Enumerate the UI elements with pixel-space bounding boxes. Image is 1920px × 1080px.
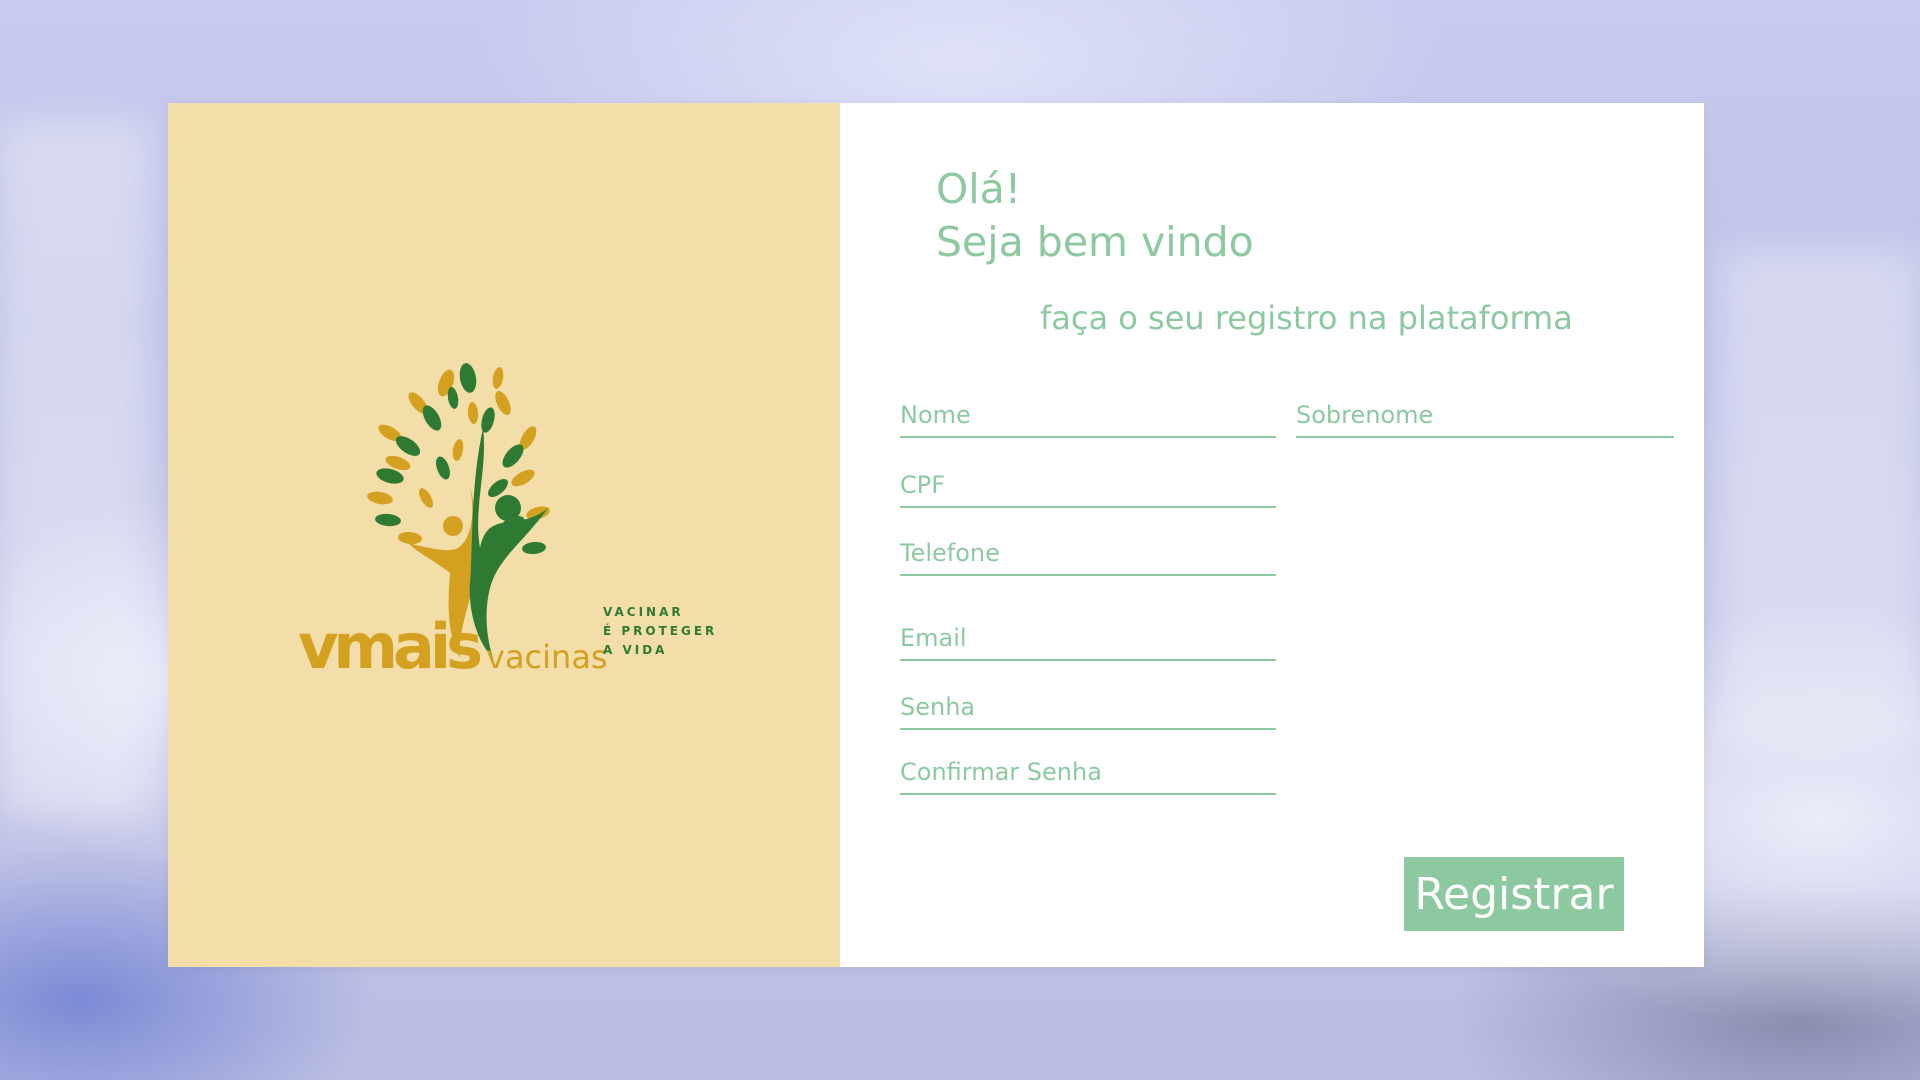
registration-card: vmais vacinas VACINAR É PROTEGER A VIDA …	[168, 103, 1704, 967]
brand-name-part1: vmais	[298, 610, 480, 683]
greeting-line2: Seja bem vindo	[936, 218, 1254, 266]
brand-name-part2: vacinas	[486, 638, 608, 676]
confirm-password-input[interactable]	[900, 755, 1276, 795]
register-button[interactable]: Registrar	[1404, 857, 1624, 931]
brand-tagline-line1: VACINAR	[603, 605, 684, 619]
cpf-input[interactable]	[900, 468, 1276, 508]
brand-tagline-line3: A VIDA	[603, 643, 667, 657]
last-name-input[interactable]	[1296, 398, 1674, 438]
background-light-strip	[1720, 250, 1920, 750]
form-subtitle: faça o seu registro na plataforma	[1040, 299, 1573, 337]
password-input[interactable]	[900, 690, 1276, 730]
phone-input[interactable]	[900, 536, 1276, 576]
background-light-strip	[0, 120, 150, 820]
brand-tagline-line2: É PROTEGER	[603, 623, 717, 638]
form-panel: Olá! Seja bem vindo faça o seu registro …	[840, 103, 1704, 967]
greeting-line1: Olá!	[936, 165, 1022, 213]
greeting: Olá! Seja bem vindo	[936, 163, 1254, 269]
vmais-vacinas-logo: vmais vacinas VACINAR É PROTEGER A VIDA	[298, 363, 717, 683]
brand-panel: vmais vacinas VACINAR É PROTEGER A VIDA	[168, 103, 840, 967]
email-input[interactable]	[900, 621, 1276, 661]
first-name-input[interactable]	[900, 398, 1276, 438]
